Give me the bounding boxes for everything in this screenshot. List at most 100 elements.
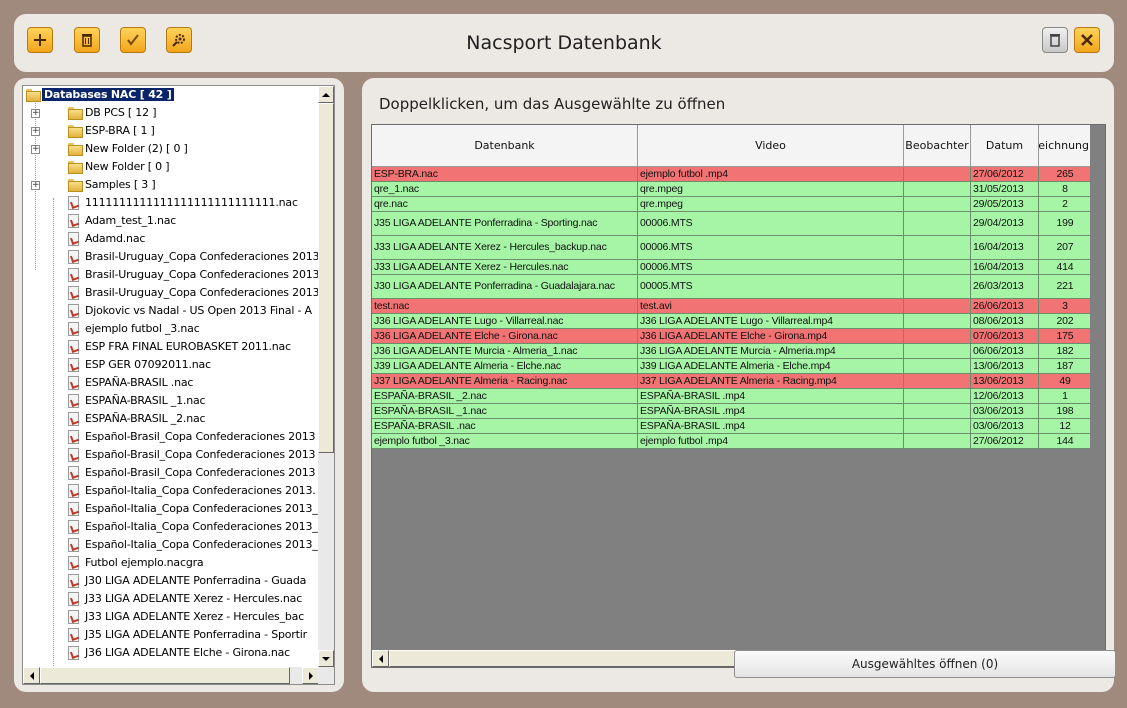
scroll-thumb[interactable]: [389, 650, 741, 667]
open-selected-button[interactable]: Ausgewähltes öffnen (0): [734, 650, 1116, 678]
cell-zeichnung: 8: [1039, 182, 1092, 197]
tree-folder-label: DB PCS [ 12 ]: [85, 106, 157, 119]
tree-file[interactable]: Brasil-Uruguay_Copa Confederaciones 2013: [23, 266, 319, 284]
nac-file-icon: [68, 466, 79, 480]
column-header-zeichnung[interactable]: zeichnung: [1039, 125, 1092, 167]
tree-file[interactable]: Adam_test_1.nac: [23, 212, 319, 230]
tree-root[interactable]: Databases NAC [ 42 ]: [23, 86, 319, 104]
table-row[interactable]: ESP-BRA.nac ejemplo futbol .mp4 27/06/2012…: [372, 167, 1092, 182]
tree-file[interactable]: Adamd.nac: [23, 230, 319, 248]
tree-file[interactable]: J35 LIGA ADELANTE Ponferradina - Sportir: [23, 626, 319, 644]
tree-file[interactable]: ESPAÑA-BRASIL .nac: [23, 374, 319, 392]
tree-file[interactable]: Español-Italia_Copa Confederaciones 2013…: [23, 536, 319, 554]
tree-file[interactable]: ESP FRA FINAL EUROBASKET 2011.nac: [23, 338, 319, 356]
tree-folder[interactable]: New Folder [ 0 ]: [23, 158, 319, 176]
scroll-down-button[interactable]: [318, 650, 334, 667]
arrow-left-icon: [378, 654, 383, 663]
tree-file[interactable]: Español-Italia_Copa Confederaciones 2013…: [23, 482, 319, 500]
table-row[interactable]: J30 LIGA ADELANTE Ponferradina - Guadala…: [372, 275, 1092, 299]
expand-icon[interactable]: +: [31, 109, 40, 118]
database-button[interactable]: [1042, 27, 1068, 53]
scroll-left-button[interactable]: [372, 650, 389, 667]
table-row[interactable]: J33 LIGA ADELANTE Xerez - Hercules_backu…: [372, 236, 1092, 260]
tree-file[interactable]: Brasil-Uruguay_Copa Confederaciones 2013: [23, 248, 319, 266]
tree-file[interactable]: ESP GER 07092011.nac: [23, 356, 319, 374]
tree-file[interactable]: Español-Italia_Copa Confederaciones 2013…: [23, 518, 319, 536]
database-grid[interactable]: Datenbank Video Beobachter Datum zeichnu…: [371, 124, 1106, 668]
cell-beobachter: [904, 167, 971, 182]
column-header-beobachter[interactable]: Beobachter: [904, 125, 971, 167]
tree-file[interactable]: ESPAÑA-BRASIL _1.nac: [23, 392, 319, 410]
tree-file[interactable]: ESPAÑA-BRASIL _2.nac: [23, 410, 319, 428]
tree-vertical-scrollbar[interactable]: [318, 86, 334, 667]
tree-file-label: ESP GER 07092011.nac: [85, 358, 211, 371]
nac-file-icon: [68, 574, 79, 588]
tree-file[interactable]: J33 LIGA ADELANTE Xerez - Hercules.nac: [23, 590, 319, 608]
tree-file[interactable]: Español-Italia_Copa Confederaciones 2013…: [23, 500, 319, 518]
cell-beobachter: [904, 419, 971, 434]
table-row[interactable]: qre.nac qre.mpeg 29/05/2013 2: [372, 197, 1092, 212]
tree-file[interactable]: J33 LIGA ADELANTE Xerez - Hercules_bac: [23, 608, 319, 626]
cell-video: J36 LIGA ADELANTE Lugo - Villarreal.mp4: [638, 314, 904, 329]
tree-file[interactable]: ejemplo futbol _3.nac: [23, 320, 319, 338]
cell-datenbank: qre.nac: [372, 197, 638, 212]
column-header-video[interactable]: Video: [638, 125, 904, 167]
nac-file-icon: [68, 610, 79, 624]
tree-folder[interactable]: + Samples [ 3 ]: [23, 176, 319, 194]
cell-zeichnung: 3: [1039, 299, 1092, 314]
table-row[interactable]: ejemplo futbol _3.nac ejemplo futbol .mp4…: [372, 434, 1092, 449]
tree-folder[interactable]: + DB PCS [ 12 ]: [23, 104, 319, 122]
database-tree[interactable]: Databases NAC [ 42 ] + DB PCS [ 12 ] + E…: [22, 85, 335, 685]
column-header-datum[interactable]: Datum: [971, 125, 1039, 167]
expand-icon[interactable]: +: [31, 127, 40, 136]
expand-icon[interactable]: +: [31, 145, 40, 154]
table-row[interactable]: test.nac test.avi 26/06/2013 3: [372, 299, 1092, 314]
tree-horizontal-scrollbar[interactable]: [23, 667, 319, 684]
tree-file-label: Español-Italia_Copa Confederaciones 2013…: [85, 520, 318, 533]
table-row[interactable]: ESPAÑA-BRASIL .nac ESPAÑA-BRASIL .mp4 03/0…: [372, 419, 1092, 434]
cell-zeichnung: 12: [1039, 419, 1092, 434]
tree-file[interactable]: Español-Brasil_Copa Confederaciones 2013: [23, 446, 319, 464]
app-title: Nacsport Datenbank: [466, 32, 662, 54]
tree-folder-label: ESP-BRA [ 1 ]: [85, 124, 155, 137]
cell-zeichnung: 144: [1039, 434, 1092, 449]
tree-file-label: Brasil-Uruguay_Copa Confederaciones 2013: [85, 286, 319, 299]
tree-file[interactable]: J30 LIGA ADELANTE Ponferradina - Guada: [23, 572, 319, 590]
table-row[interactable]: J33 LIGA ADELANTE Xerez - Hercules.nac 00…: [372, 260, 1092, 275]
cell-datum: 13/06/2013: [971, 359, 1039, 374]
title-bar: Nacsport Datenbank: [14, 14, 1114, 72]
scroll-up-button[interactable]: [318, 86, 334, 103]
tree-file-label: J35 LIGA ADELANTE Ponferradina - Sportir: [85, 628, 307, 641]
table-row[interactable]: ESPAÑA-BRASIL _2.nac ESPAÑA-BRASIL .mp4 12…: [372, 389, 1092, 404]
scroll-thumb[interactable]: [318, 103, 334, 453]
grid-vertical-scrollbar[interactable]: [1090, 125, 1105, 652]
arrow-right-icon: [308, 671, 313, 680]
cell-datenbank: ESP-BRA.nac: [372, 167, 638, 182]
close-button[interactable]: [1074, 27, 1100, 53]
scroll-right-button[interactable]: [302, 667, 319, 684]
column-header-datenbank[interactable]: Datenbank: [372, 125, 638, 167]
table-row[interactable]: J36 LIGA ADELANTE Murcia - Almeria_1.nac…: [372, 344, 1092, 359]
tree-folder[interactable]: + ESP-BRA [ 1 ]: [23, 122, 319, 140]
tree-folder[interactable]: + New Folder (2) [ 0 ]: [23, 140, 319, 158]
table-row[interactable]: J36 LIGA ADELANTE Elche - Girona.nac J36 …: [372, 329, 1092, 344]
scroll-thumb[interactable]: [40, 667, 290, 684]
tree-file[interactable]: 1111111111111111111111111111.nac: [23, 194, 319, 212]
table-row[interactable]: ESPAÑA-BRASIL _1.nac ESPAÑA-BRASIL .mp4 03…: [372, 404, 1092, 419]
grid-header: Datenbank Video Beobachter Datum zeichnu…: [372, 125, 1092, 167]
cell-zeichnung: 199: [1039, 212, 1092, 236]
tree-file[interactable]: Futbol ejemplo.nacgra: [23, 554, 319, 572]
tree-file[interactable]: Brasil-Uruguay_Copa Confederaciones 2013: [23, 284, 319, 302]
tree-file[interactable]: Djokovic vs Nadal - US Open 2013 Final -…: [23, 302, 319, 320]
table-row[interactable]: J36 LIGA ADELANTE Lugo - Villarreal.nac J…: [372, 314, 1092, 329]
tree-file[interactable]: Español-Brasil_Copa Confederaciones 2013: [23, 464, 319, 482]
tree-file[interactable]: Español-Brasil_Copa Confederaciones 2013: [23, 428, 319, 446]
tree-file[interactable]: J36 LIGA ADELANTE Elche - Girona.nac: [23, 644, 319, 662]
table-row[interactable]: qre_1.nac qre.mpeg 31/05/2013 8: [372, 182, 1092, 197]
table-row[interactable]: J39 LIGA ADELANTE Almeria - Elche.nac J39…: [372, 359, 1092, 374]
expand-icon[interactable]: +: [31, 181, 40, 190]
table-row[interactable]: J37 LIGA ADELANTE Almeria - Racing.nac J3…: [372, 374, 1092, 389]
scroll-left-button[interactable]: [23, 667, 40, 684]
table-row[interactable]: J35 LIGA ADELANTE Ponferradina - Sportin…: [372, 212, 1092, 236]
cell-datenbank: ejemplo futbol _3.nac: [372, 434, 638, 449]
